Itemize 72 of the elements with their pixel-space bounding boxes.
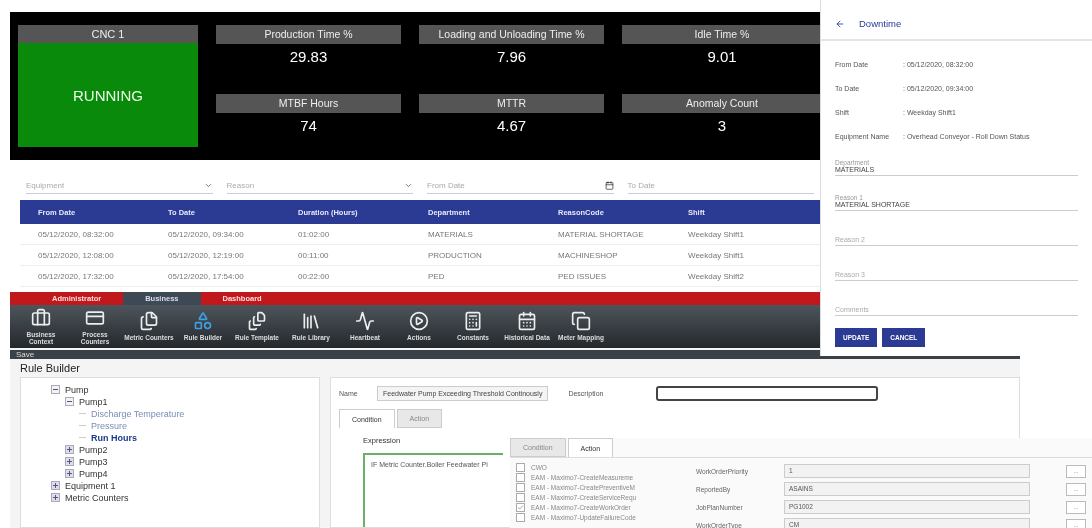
tree-item[interactable]: Metric Counters [65,492,129,503]
documents-icon [139,311,159,332]
dropdown-icon [203,181,213,190]
machine-name: CNC 1 [18,25,198,43]
pulse-icon [355,311,375,332]
table-cell-text: 05/12/2020, 09:34:00 [168,229,245,239]
metric-label: Anomaly Count [622,94,822,113]
description-field[interactable] [656,386,879,401]
back-icon[interactable] [835,18,845,29]
metric-label: Idle Time % [622,25,822,44]
checkbox[interactable] [516,512,525,522]
table-cell-text: PED [428,271,446,281]
briefcase-icon [31,307,51,328]
collapse-icon[interactable] [51,385,60,394]
calendar-icon [517,311,537,332]
tree-item[interactable]: Pump1 [79,396,108,407]
calendar-icon [604,181,614,190]
dropdown-icon [404,181,413,190]
table-cell-text: 05/12/2020, 17:32:00 [38,271,115,281]
tree-item[interactable]: Equipment 1 [65,480,116,491]
checkbox[interactable] [516,482,525,492]
save-button[interactable]: Save [16,350,35,359]
metric-value: 4.67 [495,116,528,134]
expand-icon[interactable] [65,469,74,478]
table-cell-text: 05/12/2020, 12:19:00 [168,250,245,260]
tree-item[interactable]: Pump4 [79,468,108,479]
panel-title: Downtime [859,18,902,29]
expand-icon[interactable] [51,481,60,490]
metric-label: MTTR [419,94,604,113]
table-cell-text: 05/12/2020, 12:08:00 [38,250,115,260]
metric-value: 3 [716,116,728,134]
metric-value: 29.83 [288,47,329,65]
metric-value: 9.01 [706,47,738,65]
checkbox[interactable] [516,502,525,512]
checkbox[interactable] [516,472,525,482]
machine-status: RUNNING [18,43,198,147]
page-title: Rule Builder [19,361,81,376]
metric-label: MTBF Hours [216,94,401,113]
checkbox[interactable] [516,492,525,502]
table-cell-text: PRODUCTION [428,250,483,260]
table-cell-text: MACHINESHOP [558,250,619,260]
calculator-icon [463,311,483,332]
table-cell-text: 01:02:00 [298,229,331,239]
shapes-icon [193,311,213,332]
tree-item[interactable]: Pressure [91,420,127,431]
checkbox[interactable] [516,462,525,472]
table-cell-text: 00:11:00 [298,250,330,260]
metric-label: Loading and Unloading Time % [419,25,604,44]
tree-item[interactable]: Run Hours [91,432,137,443]
tree-item[interactable]: Pump3 [79,456,108,467]
table-cell-text: PED ISSUES [558,271,607,281]
document-stack-icon [247,311,267,332]
expand-icon[interactable] [65,457,74,466]
table-cell-text: 05/12/2020, 17:54:00 [168,271,245,281]
tree-item[interactable]: Pump2 [79,444,108,455]
table-cell-text: 05/12/2020, 08:32:00 [38,229,115,239]
metric-value: 74 [299,116,318,134]
collapse-icon[interactable] [65,397,74,406]
table-cell-text: Weekday Shift2 [688,271,745,281]
expand-icon[interactable] [51,493,60,502]
table-cell-text: MATERIAL SHORTAGE [558,229,645,239]
table-cell-text: Weekday Shift1 [688,250,745,260]
metric-label: Production Time % [216,25,401,44]
table-cell-text: 00:22:00 [298,271,331,281]
tree-item[interactable]: Discharge Temperature [91,408,185,419]
expand-icon[interactable] [65,445,74,454]
table-cell-text: MATERIALS [428,229,474,239]
tree-item[interactable]: Pump [65,384,89,395]
play-icon [409,311,429,332]
metric-value: 7.96 [495,47,528,65]
table-cell-text: Weekday Shift1 [688,229,745,239]
copy-icon [571,311,591,332]
